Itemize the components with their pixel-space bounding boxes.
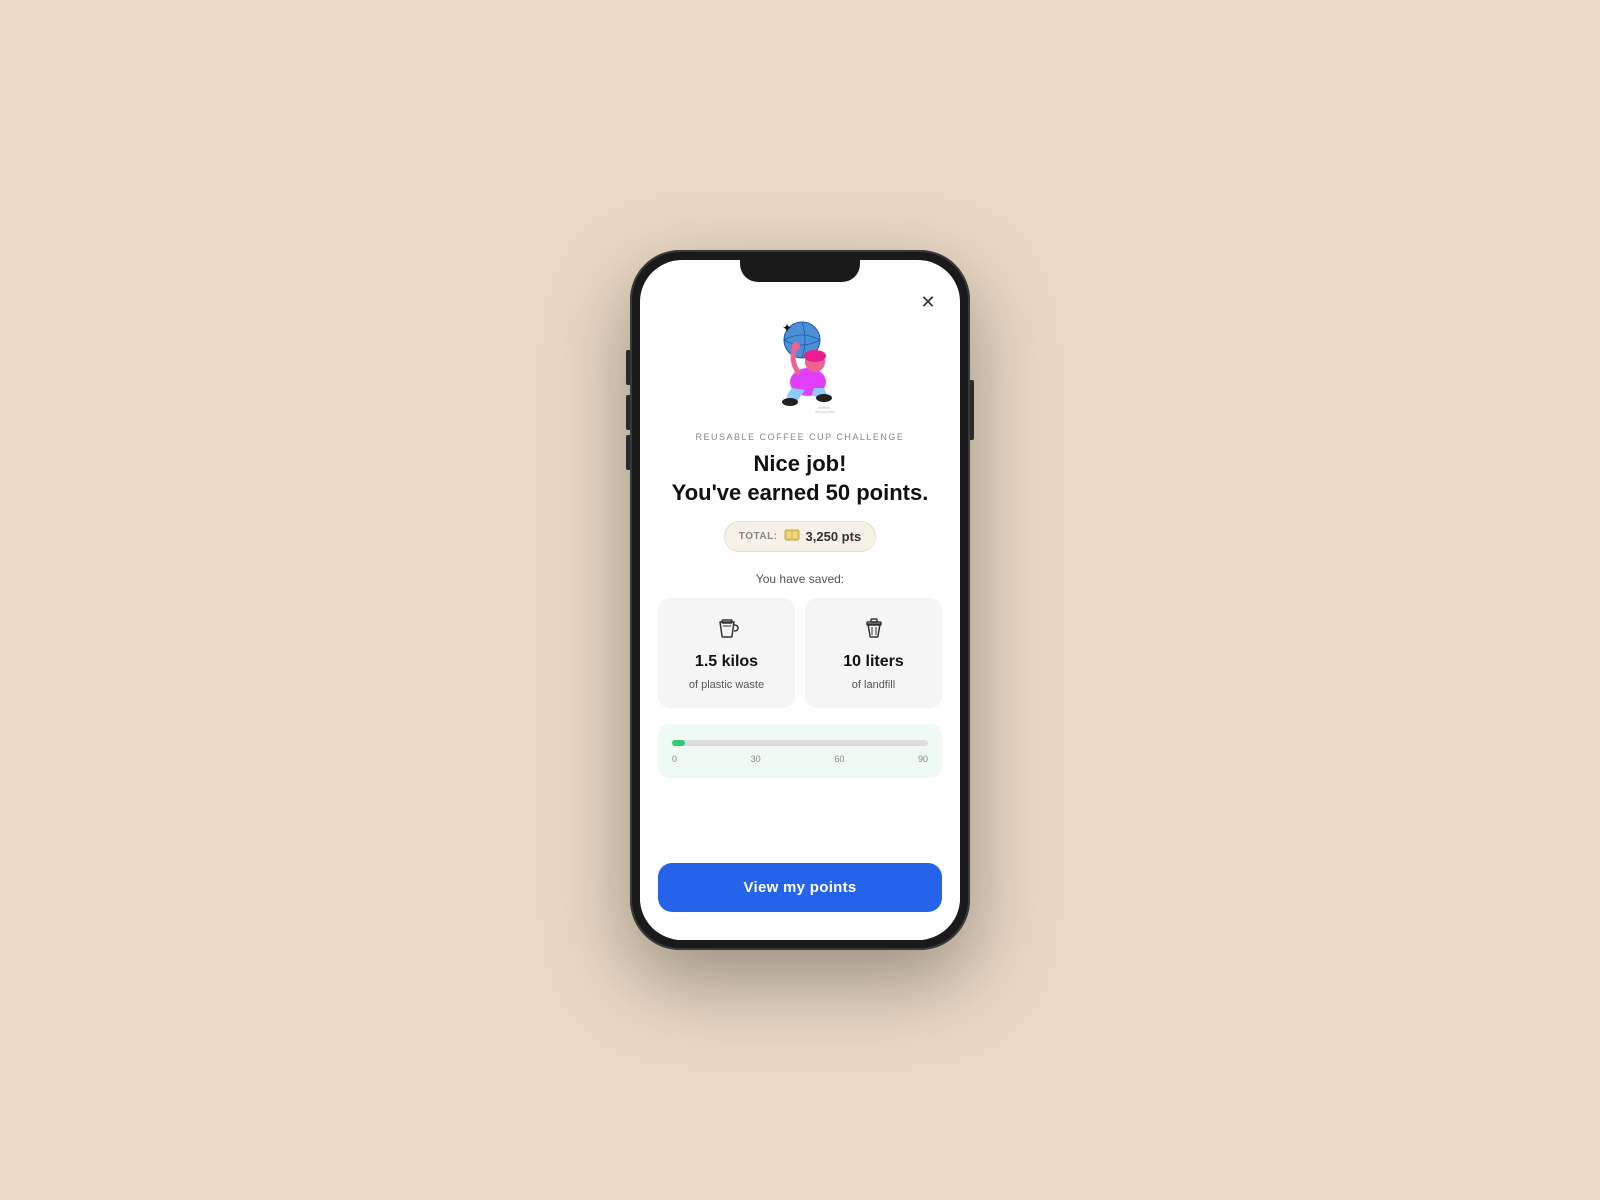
- saved-label: You have saved:: [756, 572, 844, 586]
- trash-icon: [860, 614, 888, 646]
- bottom-area: View my points: [640, 863, 960, 940]
- progress-section: 0 30 60 90: [658, 724, 942, 778]
- close-button[interactable]: ✕: [914, 288, 942, 316]
- plastic-unit: of plastic waste: [689, 678, 764, 692]
- plastic-amount: 1.5 kilos: [695, 654, 758, 670]
- tick-0: 0: [672, 754, 677, 764]
- cup-icon: [713, 614, 741, 646]
- illustration: ✦: [740, 310, 860, 420]
- progress-bar-container: [672, 740, 928, 746]
- landfill-unit: of landfill: [852, 678, 895, 692]
- landfill-card: 10 liters of landfill: [805, 598, 942, 708]
- coin-icon: [784, 527, 800, 546]
- screen-content: ✦: [640, 260, 960, 863]
- headline: Nice job! You've earned 50 points.: [672, 450, 929, 507]
- progress-bar-fill: [672, 740, 685, 746]
- challenge-label: REUSABLE COFFEE CUP CHALLENGE: [696, 432, 905, 442]
- points-value: 3,250 pts: [806, 529, 862, 544]
- phone-frame: ✕ ✦: [630, 250, 970, 950]
- phone-notch: [740, 260, 860, 282]
- svg-text:✦: ✦: [782, 321, 792, 335]
- view-my-points-button[interactable]: View my points: [658, 863, 942, 912]
- progress-ticks: 0 30 60 90: [672, 754, 928, 764]
- phone-screen: ✕ ✦: [640, 260, 960, 940]
- savings-row: 1.5 kilos of plastic waste: [658, 598, 942, 708]
- tick-30: 30: [751, 754, 761, 764]
- tick-90: 90: [918, 754, 928, 764]
- total-label: TOTAL:: [739, 531, 778, 542]
- total-badge: TOTAL: 3,250 pts: [724, 521, 876, 552]
- tick-60: 60: [834, 754, 844, 764]
- plastic-waste-card: 1.5 kilos of plastic waste: [658, 598, 795, 708]
- landfill-amount: 10 liters: [843, 654, 903, 670]
